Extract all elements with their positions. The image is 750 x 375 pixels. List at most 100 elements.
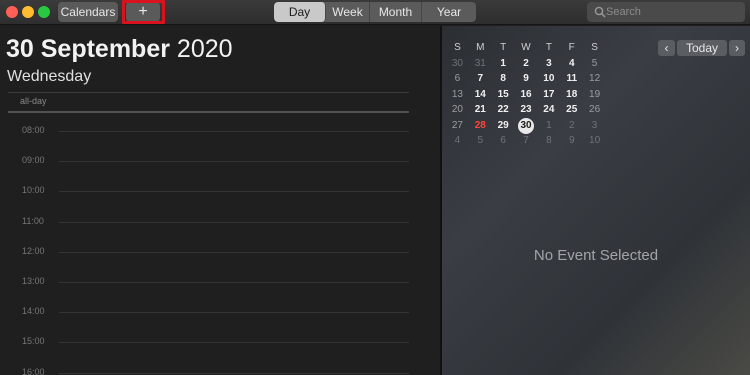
weekday-header: S bbox=[454, 42, 461, 53]
hour-line[interactable] bbox=[59, 342, 409, 344]
weekday-header: T bbox=[545, 42, 552, 53]
date-heading: 30 September 2020 bbox=[6, 35, 233, 64]
calendar-day[interactable]: 30 bbox=[515, 117, 538, 134]
search-input[interactable] bbox=[606, 3, 741, 21]
calendar-week: 27 28 29 30 1 2 3 bbox=[446, 117, 606, 134]
hour-label: 12:00 bbox=[22, 245, 45, 256]
calendar-day[interactable]: 6 bbox=[492, 133, 515, 149]
hour-line[interactable] bbox=[59, 131, 409, 132]
calendar-day[interactable]: 20 bbox=[446, 102, 469, 118]
calendar-day[interactable]: 5 bbox=[583, 56, 606, 72]
calendar-day[interactable]: 4 bbox=[446, 133, 469, 149]
close-window-button[interactable] bbox=[6, 6, 18, 18]
calendar-day[interactable]: 17 bbox=[537, 87, 560, 103]
view-switcher: Day Week Month Year bbox=[274, 2, 476, 22]
hour-label: 08:00 bbox=[22, 125, 45, 135]
calendar-day[interactable]: 7 bbox=[515, 133, 538, 149]
calendar-week: 6 7 8 9 10 11 12 bbox=[446, 71, 606, 87]
hour-line[interactable] bbox=[59, 221, 409, 223]
allday-label: all-day bbox=[20, 96, 47, 106]
calendar-day[interactable]: 26 bbox=[583, 102, 606, 118]
hour-line[interactable] bbox=[59, 251, 409, 253]
calendar-day[interactable]: 14 bbox=[469, 87, 492, 103]
weekday-header: S bbox=[591, 42, 598, 53]
weekday-header: T bbox=[500, 42, 507, 53]
today-button[interactable]: Today bbox=[677, 40, 727, 56]
zoom-window-button[interactable] bbox=[38, 6, 50, 18]
calendar-week: 30 31 1 2 3 4 5 bbox=[446, 56, 606, 72]
hour-line[interactable] bbox=[59, 372, 409, 374]
mini-calendar: S M T W T F S 30 31 1 2 3 4 5 6 7 8 9 10 11 12 13 14 15 16 17 18 19… bbox=[446, 40, 606, 149]
no-event-message: No Event Selected bbox=[533, 247, 659, 264]
day-view: 30 September 2020 Wednesday all-day 08:0… bbox=[0, 26, 440, 375]
tab-month[interactable]: Month bbox=[370, 2, 422, 22]
calendar-day[interactable]: 4 bbox=[560, 56, 583, 72]
hour-label: 16:00 bbox=[22, 366, 45, 375]
weekday-header: W bbox=[521, 42, 531, 53]
calendar-day[interactable]: 9 bbox=[515, 71, 538, 87]
calendar-day[interactable]: 7 bbox=[469, 71, 492, 87]
calendar-day[interactable]: 16 bbox=[515, 87, 538, 103]
tab-day[interactable]: Day bbox=[274, 2, 326, 22]
calendar-week: 4 5 6 7 8 9 10 bbox=[446, 133, 606, 149]
next-day-button[interactable]: › bbox=[729, 40, 745, 56]
hour-line[interactable] bbox=[59, 161, 409, 163]
weekday-header: F bbox=[568, 42, 575, 53]
weekday-header-row: SMTWTFS bbox=[446, 40, 606, 56]
calendar-week: 20 21 22 23 24 25 26 bbox=[446, 102, 606, 118]
add-button-highlight bbox=[122, 0, 165, 24]
calendar-day[interactable]: 3 bbox=[537, 56, 560, 72]
previous-day-button[interactable]: ‹ bbox=[658, 40, 675, 56]
calendar-day[interactable]: 10 bbox=[537, 71, 560, 87]
calendar-day[interactable]: 28 bbox=[469, 118, 492, 134]
calendar-day[interactable]: 18 bbox=[560, 87, 583, 103]
hour-line[interactable] bbox=[59, 191, 409, 193]
calendar-day[interactable]: 29 bbox=[492, 118, 515, 134]
calendar-day[interactable]: 24 bbox=[537, 102, 560, 118]
inspector-pane: S M T W T F S 30 31 1 2 3 4 5 6 7 8 9 10 11 12 13 14 15 16 17 18 19… bbox=[442, 26, 750, 375]
weekday-header: M bbox=[476, 42, 485, 53]
hour-label: 15:00 bbox=[22, 336, 45, 347]
tab-year[interactable]: Year bbox=[422, 2, 476, 22]
allday-divider bbox=[8, 111, 409, 113]
calendar-day[interactable]: 15 bbox=[492, 87, 515, 103]
calendar-day[interactable]: 19 bbox=[583, 87, 606, 103]
calendar-day[interactable]: 3 bbox=[583, 118, 606, 134]
calendar-day[interactable]: 27 bbox=[446, 118, 469, 134]
calendar-day[interactable]: 12 bbox=[583, 71, 606, 87]
calendar-day[interactable]: 13 bbox=[446, 87, 469, 103]
search-icon bbox=[594, 6, 606, 18]
calendar-day[interactable]: 11 bbox=[560, 71, 583, 87]
hour-label: 13:00 bbox=[22, 276, 45, 286]
calendar-day[interactable]: 1 bbox=[492, 56, 515, 72]
calendar-day[interactable]: 22 bbox=[492, 102, 515, 118]
calendar-day[interactable]: 21 bbox=[469, 102, 492, 118]
divider bbox=[8, 92, 409, 93]
weekday-label: Wednesday bbox=[7, 68, 92, 85]
hour-line[interactable] bbox=[59, 282, 409, 283]
calendar-day[interactable]: 8 bbox=[537, 133, 560, 149]
calendar-day[interactable]: 9 bbox=[560, 133, 583, 149]
search-field[interactable] bbox=[587, 2, 745, 22]
calendar-day[interactable]: 2 bbox=[560, 118, 583, 134]
calendar-day[interactable]: 1 bbox=[537, 118, 560, 134]
calendar-day[interactable]: 25 bbox=[560, 102, 583, 118]
selected-day[interactable]: 30 bbox=[518, 117, 534, 134]
tab-week[interactable]: Week bbox=[326, 2, 370, 22]
hour-label: 10:00 bbox=[22, 185, 45, 196]
calendar-day[interactable]: 6 bbox=[446, 71, 469, 87]
hour-label: 14:00 bbox=[22, 306, 45, 317]
minimize-window-button[interactable] bbox=[22, 6, 34, 18]
calendar-day[interactable]: 10 bbox=[583, 133, 606, 149]
calendar-day[interactable]: 2 bbox=[515, 56, 538, 72]
calendar-day[interactable]: 8 bbox=[492, 71, 515, 87]
hour-label: 11:00 bbox=[22, 215, 44, 226]
date-day-month: 30 September bbox=[6, 35, 170, 63]
calendar-day[interactable]: 23 bbox=[515, 102, 538, 118]
calendar-day[interactable]: 31 bbox=[469, 56, 492, 72]
toolbar: Calendars + Day Week Month Year bbox=[0, 0, 750, 25]
calendar-day[interactable]: 5 bbox=[469, 133, 492, 149]
calendars-button[interactable]: Calendars bbox=[58, 2, 118, 22]
hour-line[interactable] bbox=[59, 312, 409, 314]
calendar-day[interactable]: 30 bbox=[446, 56, 469, 72]
